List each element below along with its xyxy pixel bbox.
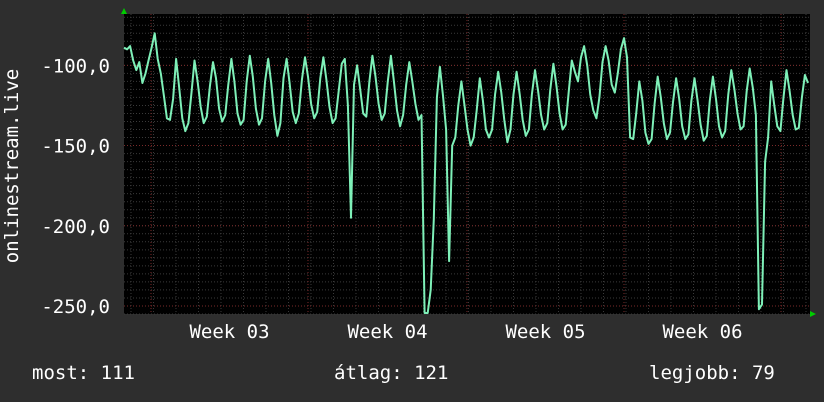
line-chart: -100,0-150,0-200,0-250,0 Week 03 Week 04 W…	[1, 8, 816, 343]
y-axis-label: onlinestream.live	[1, 69, 23, 263]
stat-current: most: 111	[32, 362, 135, 384]
x-tick-label: Week 06	[662, 321, 742, 343]
y-tick-label: -250,0	[41, 296, 110, 318]
y-axis-arrow-icon	[121, 8, 127, 14]
x-tick-label: Week 03	[189, 321, 269, 343]
x-axis-arrow-icon	[810, 311, 816, 317]
stat-average: átlag: 121	[334, 362, 449, 384]
x-tick-label: Week 04	[347, 321, 427, 343]
x-tick-label: Week 05	[505, 321, 585, 343]
y-axis-ticks: -100,0 -150,0 -200,0 -250,0	[41, 55, 110, 318]
y-tick-label: -100,0	[41, 55, 110, 77]
stat-best: legjobb: 79	[649, 362, 775, 384]
x-axis-ticks: Week 03 Week 04 Week 05 Week 06	[189, 321, 742, 343]
y-tick-label: -150,0	[41, 136, 110, 158]
y-tick-label: -200,0	[41, 216, 110, 238]
